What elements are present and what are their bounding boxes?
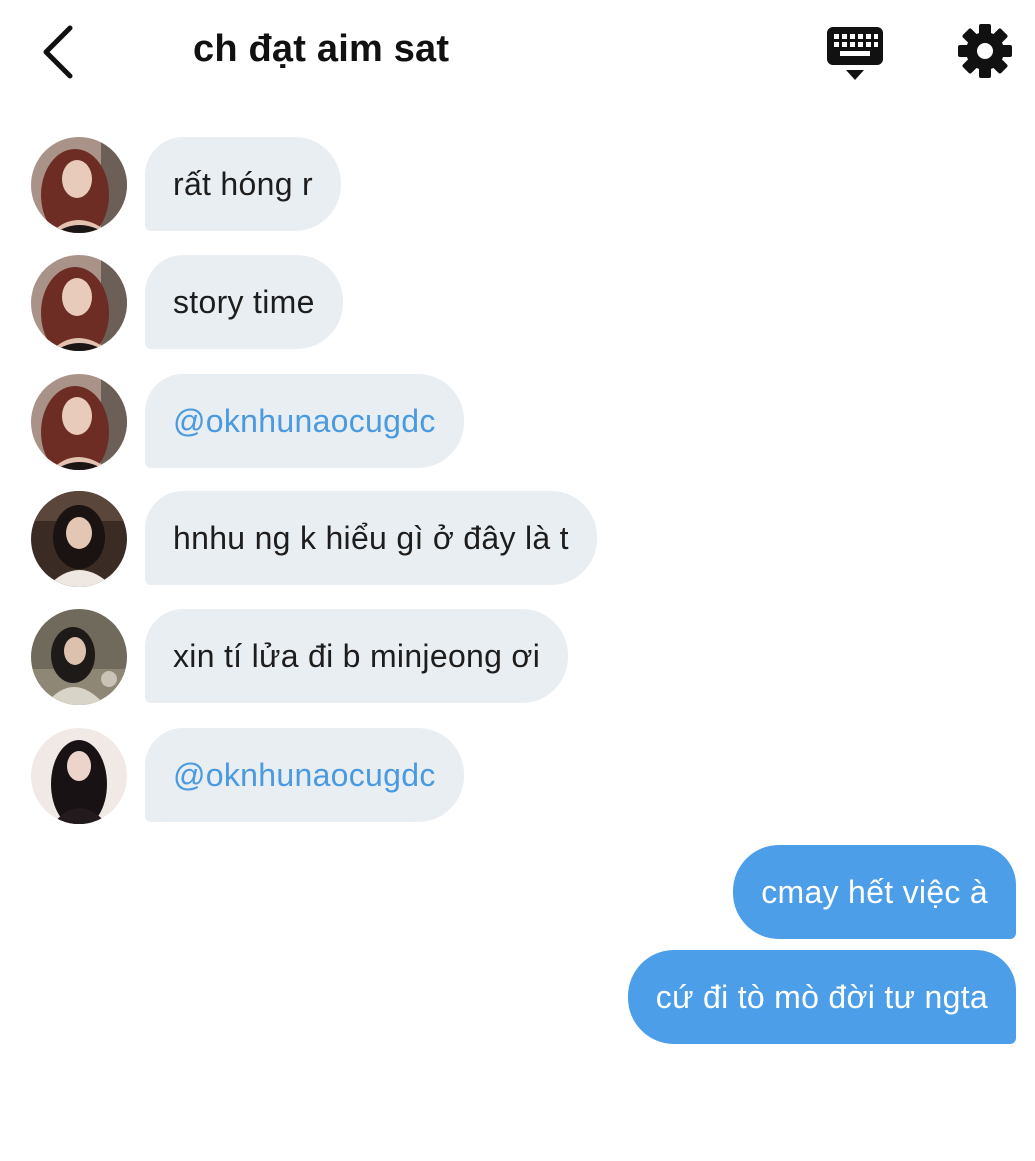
message-bubble[interactable]: xin tí lửa đi b minjeong ơi [145,609,569,703]
keyboard-icon [827,27,883,80]
message-row-incoming: xin tí lửa đi b minjeong ơi [0,609,1035,705]
avatar-red-hair-image [31,137,127,233]
avatar-red-hair-image [31,255,127,351]
outgoing-message-bubble[interactable]: cứ đi tò mò đời tư ngta [627,950,1016,1044]
avatar-red-hair-image [31,374,127,470]
chevron-left-icon [43,25,73,79]
mention-bubble[interactable]: @oknhunaocugdc [145,374,464,468]
avatar[interactable] [31,137,127,233]
chat-header: ch đạt aim sat [0,0,1035,100]
avatar[interactable] [31,374,127,470]
avatar[interactable] [31,609,127,705]
message-bubble[interactable]: rất hóng r [145,137,341,231]
outgoing-message-bubble[interactable]: cmay hết việc à [733,845,1016,939]
mention-bubble[interactable]: @oknhunaocugdc [145,728,464,822]
avatar-white-top-image [31,491,127,587]
message-row-incoming: rất hóng r [0,137,1035,233]
message-bubble[interactable]: story time [145,255,343,349]
message-row-incoming: @oknhunaocugdc [0,374,1035,470]
avatar-dark-hair-image [31,728,127,824]
keyboard-button[interactable] [824,24,886,82]
message-row-incoming: hnhu ng k hiểu gì ở đây là t [0,491,1035,587]
chat-title: ch đạt aim sat [193,28,450,70]
avatar[interactable] [31,728,127,824]
message-row-incoming: story time [0,255,1035,351]
avatar-cafe-image [31,609,127,705]
avatar[interactable] [31,255,127,351]
gear-icon [958,24,1012,78]
back-button[interactable] [38,22,82,82]
settings-button[interactable] [956,22,1014,80]
avatar[interactable] [31,491,127,587]
message-bubble[interactable]: hnhu ng k hiểu gì ở đây là t [145,491,597,585]
message-row-incoming: @oknhunaocugdc [0,728,1035,824]
